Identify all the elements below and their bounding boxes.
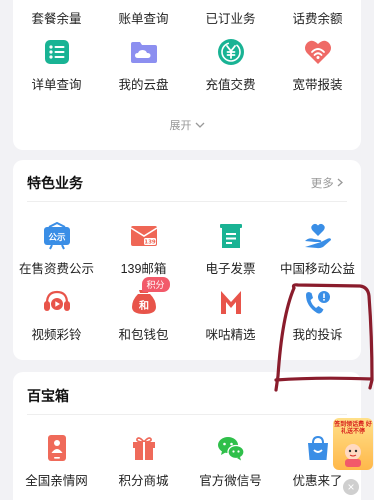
cmcc-charity-label: 中国移动公益 [279,262,355,276]
family-network-button[interactable]: 全国亲情网 [13,432,100,489]
plan-balance-label: 套餐余量 [31,12,82,26]
points-gift-icon [128,432,160,464]
broadband-install-label: 宽带报装 [292,78,343,92]
video-ringtone-icon [41,286,73,318]
section-divider [27,414,347,415]
mail-139-label: 139邮箱 [120,262,167,276]
recharge-button[interactable]: 充值交费 [187,36,274,93]
promo-text: 签到领话费 好礼送不停 [334,422,372,435]
promo-mascot-icon [345,444,361,467]
treasure-row: 全国亲情网 积分商城 官方微信号 优惠来了 [13,432,361,489]
video-ringtone-label: 视频彩铃 [31,328,82,342]
quick-service-row-1: 套餐余量 账单查询 已订业务 话费余额 [13,8,361,27]
tariff-notice-button[interactable]: 公示 在售资费公示 [13,220,100,277]
subscribed-services-button[interactable]: 已订业务 [187,8,274,27]
promo-float-button[interactable]: 签到领话费 好礼送不停 [333,418,373,470]
hebao-wallet-label: 和包钱包 [118,328,169,342]
recharge-label: 充值交费 [205,78,256,92]
call-balance-button[interactable]: 话费余额 [274,8,361,27]
shopping-bag-icon [302,432,334,464]
cmcc-charity-button[interactable]: 中国移动公益 [274,220,361,277]
points-mall-button[interactable]: 积分商城 [100,432,187,489]
expand-button[interactable]: 展开 [13,117,361,133]
mail-139-button[interactable]: 139 139邮箱 [100,220,187,277]
subscribed-services-label: 已订业务 [205,12,256,26]
detail-query-label: 详单查询 [31,78,82,92]
detail-list-icon [41,36,73,68]
wechat-icon [215,432,247,464]
bill-query-label: 账单查询 [118,12,169,26]
migu-featured-label: 咪咕精选 [205,328,256,342]
notice-icon-text: 公示 [48,233,66,243]
expand-label: 展开 [169,120,192,132]
cloud-folder-icon [128,36,160,68]
special-row-1: 公示 在售资费公示 139 139邮箱 电子发票 中国移动公益 [13,220,361,277]
call-balance-label: 话费余额 [292,12,343,26]
e-invoice-label: 电子发票 [205,262,256,276]
my-cloud-drive-button[interactable]: 我的云盘 [100,36,187,93]
special-services-title: 特色业务 [27,175,83,191]
close-icon: × [347,480,355,494]
video-ringtone-button[interactable]: 视频彩铃 [13,286,100,343]
quick-service-card: 套餐余量 账单查询 已订业务 话费余额 详单查询 我的云盘 充值交费 宽带报装 … [13,0,361,150]
special-row-2: 视频彩铃 积分 和 和包钱包 咪咕精选 我的投诉 [13,277,361,343]
points-badge: 积分 [141,277,170,292]
broadband-install-button[interactable]: 宽带报装 [274,36,361,93]
family-network-icon [41,432,73,464]
quick-service-row-2: 详单查询 我的云盘 充值交费 宽带报装 [13,36,361,93]
more-label: 更多 [310,178,334,190]
wallet-bag-icon: 积分 和 [128,277,170,318]
official-wechat-label: 官方微信号 [199,474,262,488]
hebao-wallet-button[interactable]: 积分 和 和包钱包 [100,277,187,343]
section-divider [27,201,347,202]
deals-label: 优惠来了 [292,474,343,488]
broadband-heart-icon [302,36,334,68]
special-services-card: 特色业务 更多 公示 在售资费公示 139 139邮箱 电子发票 中国移动公益 … [13,160,361,360]
more-link[interactable]: 更多 [311,175,343,191]
official-wechat-button[interactable]: 官方微信号 [187,432,274,489]
charity-hand-heart-icon [302,220,334,252]
complaint-phone-icon [302,286,334,318]
plan-balance-button[interactable]: 套餐余量 [13,8,100,27]
my-cloud-drive-label: 我的云盘 [118,78,169,92]
mail-139-icon: 139 [128,220,160,252]
mail-icon-text: 139 [144,240,156,246]
detail-query-button[interactable]: 详单查询 [13,36,100,93]
migu-logo-icon [215,286,247,318]
my-complaints-label: 我的投诉 [292,328,343,342]
my-complaints-button[interactable]: 我的投诉 [274,286,361,343]
bill-query-button[interactable]: 账单查询 [100,8,187,27]
wallet-icon-text: 和 [138,299,149,312]
chevron-down-icon [195,122,204,128]
chevron-right-icon [337,178,343,187]
points-mall-label: 积分商城 [118,474,169,488]
public-notice-icon: 公示 [41,220,73,252]
recharge-yen-icon [215,36,247,68]
family-network-label: 全国亲情网 [25,474,88,488]
migu-featured-button[interactable]: 咪咕精选 [187,286,274,343]
treasure-box-title: 百宝箱 [27,388,69,404]
promo-close-button[interactable]: × [343,479,359,495]
tariff-notice-label: 在售资费公示 [18,262,94,276]
treasure-box-card: 百宝箱 全国亲情网 积分商城 官方微信号 优惠来了 [13,372,361,500]
e-invoice-icon [215,220,247,252]
e-invoice-button[interactable]: 电子发票 [187,220,274,277]
